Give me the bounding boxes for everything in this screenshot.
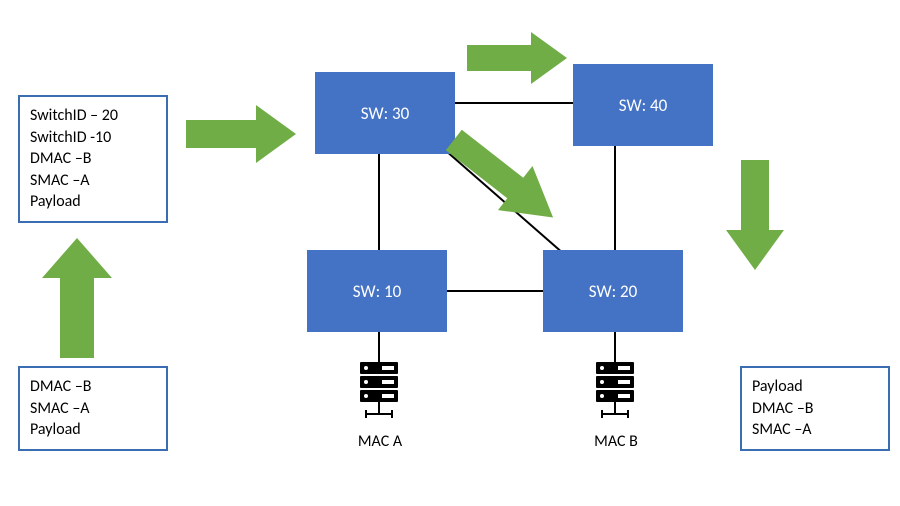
packet-right-line1: Payload: [752, 376, 878, 398]
host-a-label: MAC A: [350, 432, 410, 451]
switch-20-label: SW: 20: [589, 281, 637, 302]
switch-20: SW: 20: [543, 250, 683, 332]
packet-top-line3: DMAC –B: [30, 148, 156, 170]
packet-top-line1: SwitchID – 20: [30, 105, 156, 127]
packet-bottom-line1: DMAC –B: [30, 376, 156, 398]
link-sw30-sw40: [450, 102, 580, 104]
switch-10-label: SW: 10: [353, 281, 401, 302]
packet-box-top: SwitchID – 20 SwitchID -10 DMAC –B SMAC …: [18, 95, 168, 223]
switch-30: SW: 30: [315, 72, 455, 154]
server-icon-b: [592, 362, 638, 422]
link-sw40-sw20: [614, 145, 616, 265]
switch-40: SW: 40: [573, 64, 713, 146]
packet-box-right: Payload DMAC –B SMAC –A: [740, 366, 890, 451]
switch-40-label: SW: 40: [619, 95, 667, 116]
link-sw10-sw20: [440, 290, 560, 292]
switch-10: SW: 10: [307, 250, 447, 332]
packet-right-line3: SMAC –A: [752, 419, 878, 441]
arrow-right-2-icon: [467, 32, 567, 84]
arrow-diagonal-icon: [440, 130, 570, 230]
packet-box-bottom: DMAC –B SMAC –A Payload: [18, 366, 168, 451]
host-b-label: MAC B: [586, 432, 646, 451]
switch-30-label: SW: 30: [361, 103, 409, 124]
arrow-up-icon: [42, 238, 112, 358]
diagram-stage: SW: 30 SW: 40 SW: 10 SW: 20 SwitchID – 2…: [0, 0, 900, 506]
packet-bottom-line3: Payload: [30, 419, 156, 441]
server-icon-a: [356, 362, 402, 422]
link-sw30-sw10: [378, 153, 380, 263]
packet-top-line4: SMAC –A: [30, 170, 156, 192]
arrow-right-1-icon: [186, 105, 296, 163]
packet-top-line5: Payload: [30, 191, 156, 213]
packet-top-line2: SwitchID -10: [30, 127, 156, 149]
packet-right-line2: DMAC –B: [752, 398, 878, 420]
arrow-down-icon: [726, 160, 784, 270]
packet-bottom-line2: SMAC –A: [30, 398, 156, 420]
